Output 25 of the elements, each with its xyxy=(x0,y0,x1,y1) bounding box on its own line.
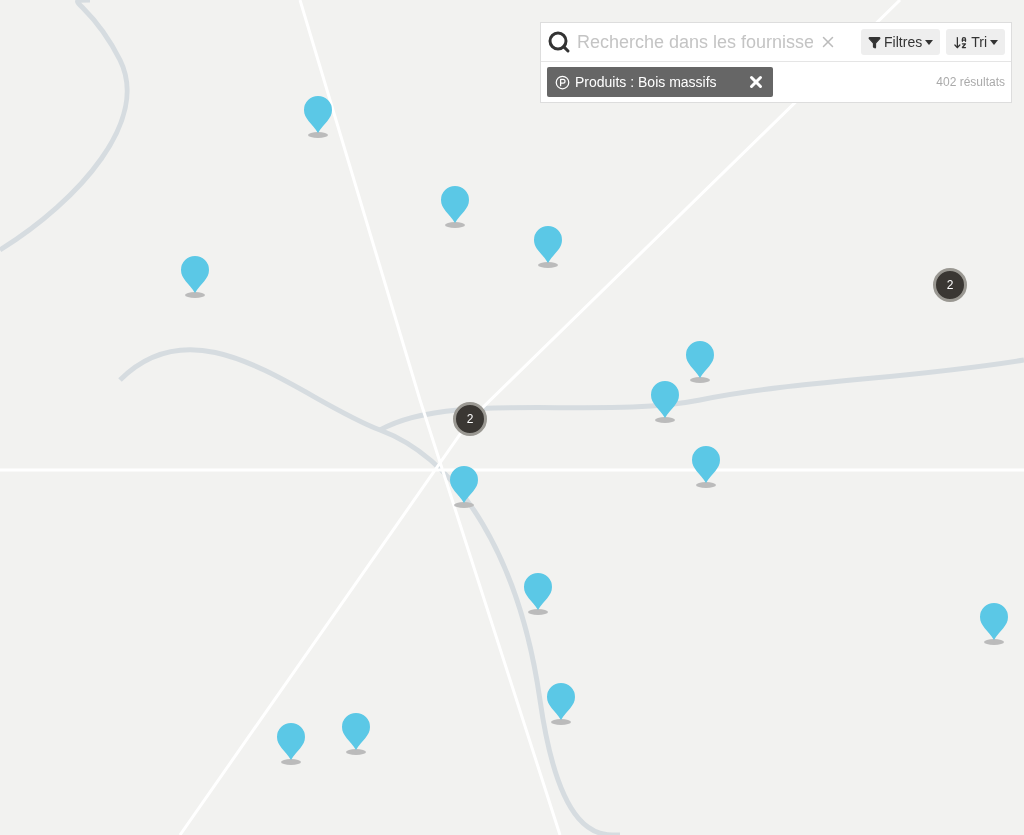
map-pin-icon[interactable] xyxy=(690,445,722,489)
map-pin-icon[interactable] xyxy=(532,225,564,269)
sort-button[interactable]: Tri xyxy=(946,29,1005,55)
map-pin-icon[interactable] xyxy=(522,572,554,616)
map-pin-icon[interactable] xyxy=(439,185,471,229)
remove-filter-button[interactable] xyxy=(747,73,765,91)
map-pin-icon[interactable] xyxy=(179,255,211,299)
caret-icon xyxy=(925,39,934,45)
map-pin-icon[interactable] xyxy=(545,682,577,726)
map-pin-icon[interactable] xyxy=(978,602,1010,646)
map-pin-icon[interactable] xyxy=(448,465,480,509)
parking-icon xyxy=(555,74,570,90)
map-pin-icon[interactable] xyxy=(275,722,307,766)
sort-icon xyxy=(953,34,969,50)
map-view[interactable]: 2 2 Recherche dans les fournisse Filtres Tri Produits : Bois massifs 402 résultats xyxy=(0,0,1024,835)
map-pin-icon[interactable] xyxy=(649,380,681,424)
search-icon xyxy=(547,30,571,54)
map-pin-icon[interactable] xyxy=(302,95,334,139)
filter-button[interactable]: Filtres xyxy=(861,29,941,55)
map-pin-icon[interactable] xyxy=(684,340,716,384)
filter-tag-label: Produits : Bois massifs xyxy=(575,74,718,90)
result-count: 402 résultats xyxy=(936,75,1005,89)
caret-icon xyxy=(990,39,998,45)
filter-icon xyxy=(868,35,882,49)
map-pin-icon[interactable] xyxy=(340,712,372,756)
